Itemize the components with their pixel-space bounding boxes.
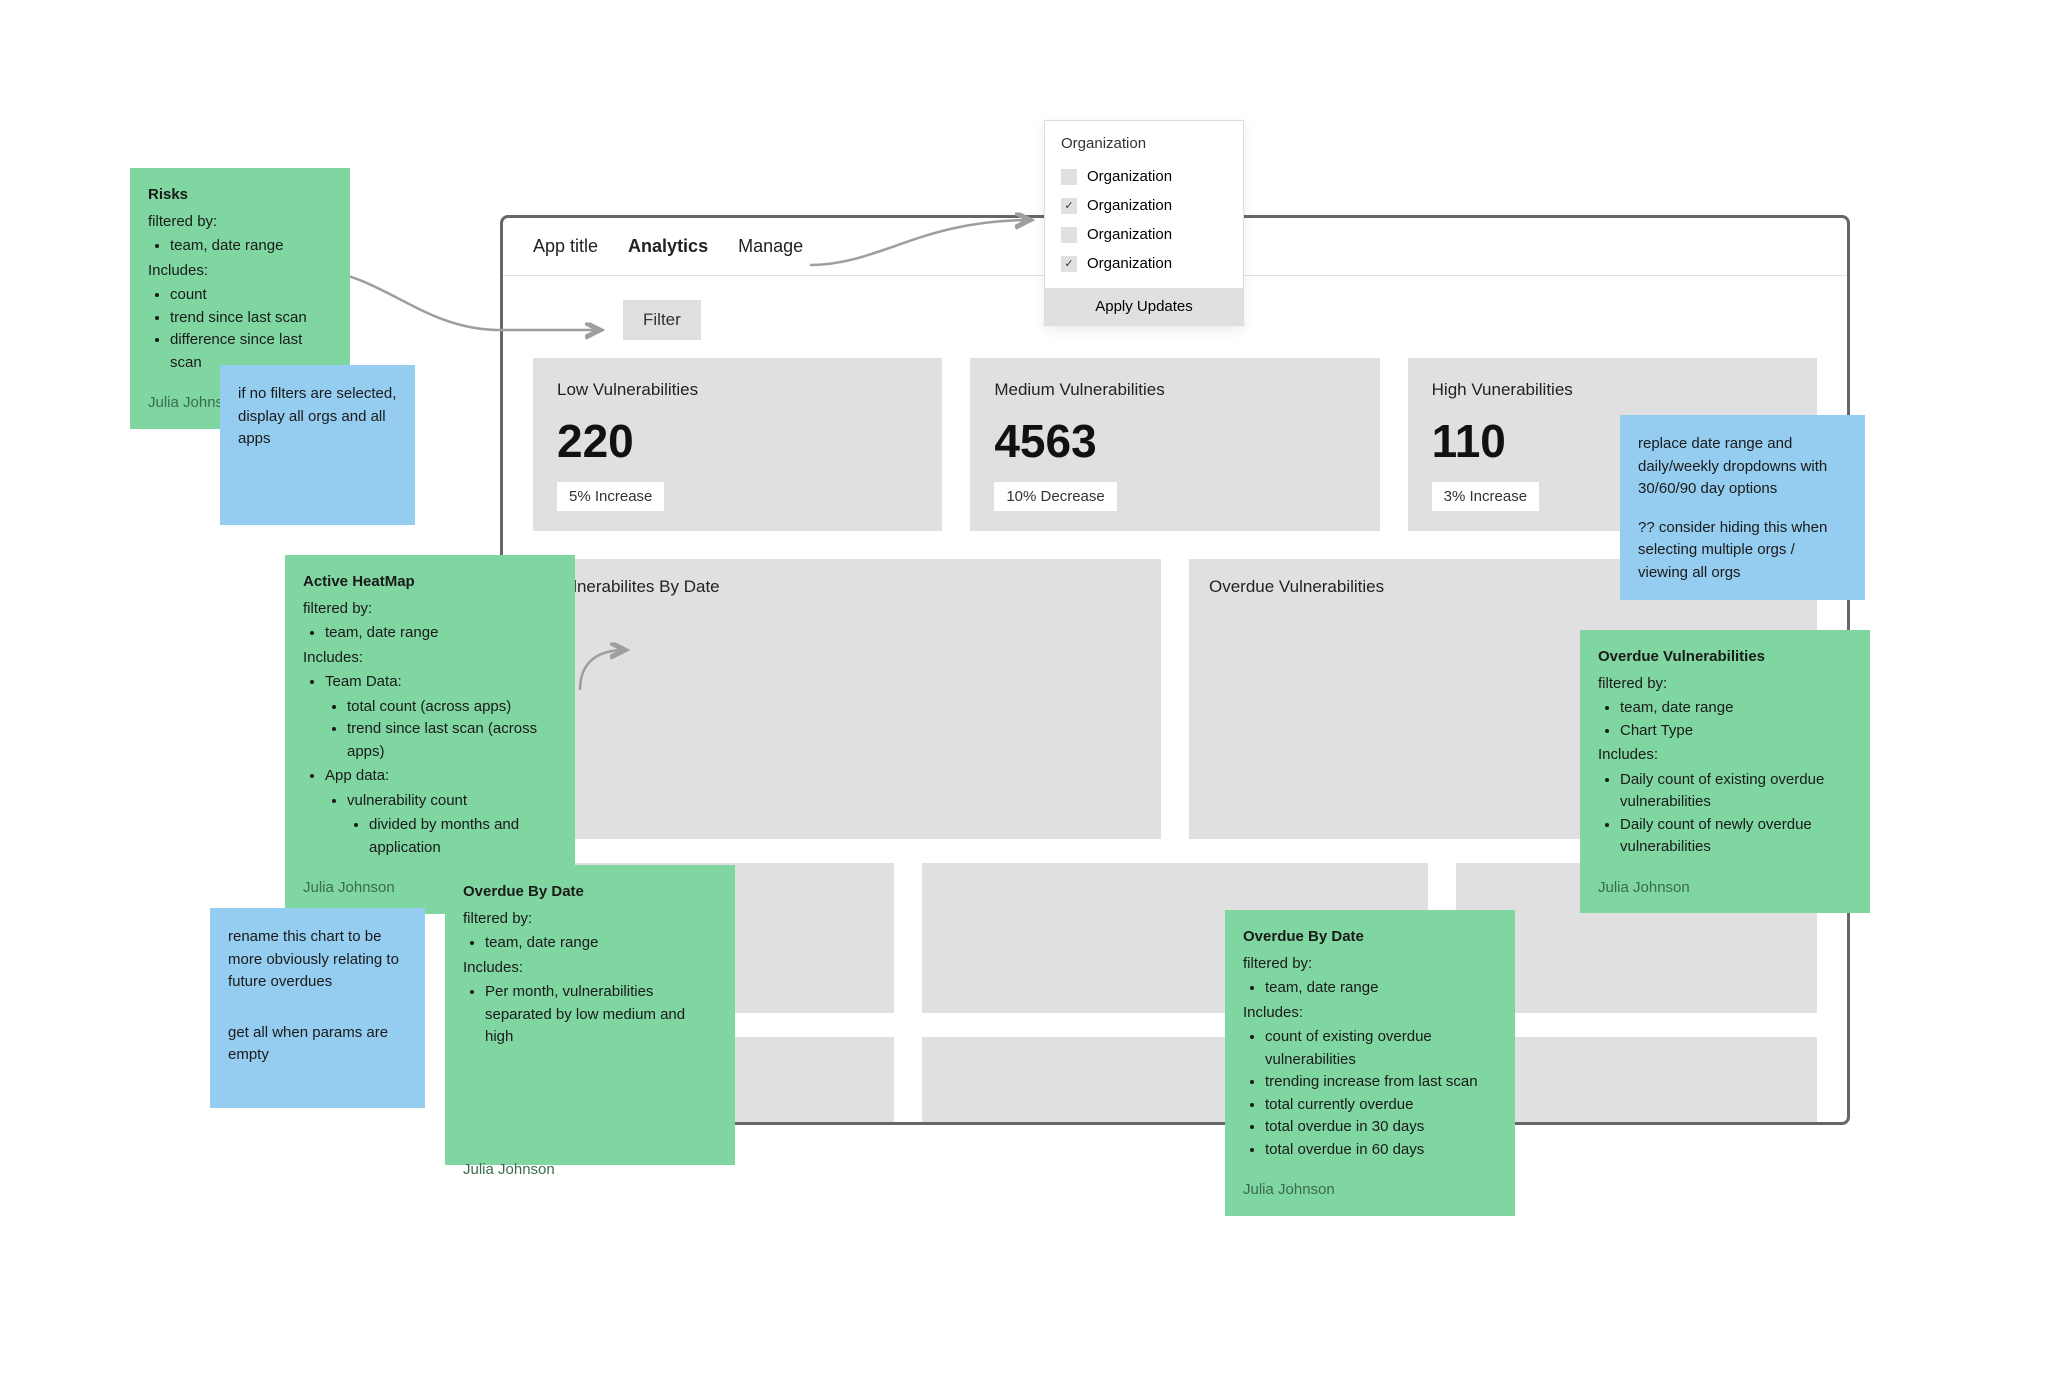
- note-text: rename this chart to be more obviously r…: [228, 926, 407, 994]
- stat-title: Medium Vulnerabilities: [994, 380, 1355, 400]
- arrow-icon: [570, 640, 640, 700]
- nav-manage[interactable]: Manage: [738, 236, 803, 257]
- note-text: replace date range and daily/weekly drop…: [1638, 433, 1847, 501]
- filter-button[interactable]: Filter: [623, 300, 701, 340]
- note-list-item: vulnerability count divided by months an…: [347, 790, 557, 860]
- note-list-item: trend since last scan: [170, 307, 332, 330]
- sticky-note-rename[interactable]: rename this chart to be more obviously r…: [210, 908, 425, 1108]
- checkbox-icon[interactable]: [1061, 169, 1077, 185]
- nav-analytics[interactable]: Analytics: [628, 236, 708, 257]
- org-option-label: Organization: [1087, 168, 1172, 185]
- sticky-note-overdue-by-date-right[interactable]: Overdue By Date filtered by: team, date …: [1225, 910, 1515, 1216]
- org-option[interactable]: Organization: [1045, 220, 1243, 249]
- note-list-item: team, date range: [485, 932, 717, 955]
- stat-title: Low Vulnerabilities: [557, 380, 918, 400]
- arrow-icon: [800, 210, 1050, 280]
- checkbox-icon[interactable]: ✓: [1061, 256, 1077, 272]
- stat-card-medium: Medium Vulnerabilities 4563 10% Decrease: [970, 358, 1379, 531]
- note-list-item: Daily count of newly overdue vulnerabili…: [1620, 814, 1852, 859]
- note-list-item: team, date range: [1620, 697, 1852, 720]
- note-title: Overdue By Date: [463, 881, 717, 904]
- note-title: Active HeatMap: [303, 571, 557, 594]
- sticky-note-date-range[interactable]: replace date range and daily/weekly drop…: [1620, 415, 1865, 600]
- note-list-item: team, date range: [1265, 977, 1497, 1000]
- note-text: filtered by:: [1243, 953, 1497, 976]
- org-option-label: Organization: [1087, 226, 1172, 243]
- org-option-label: Organization: [1087, 197, 1172, 214]
- note-list-item: count: [170, 284, 332, 307]
- note-list-item: total overdue in 60 days: [1265, 1139, 1497, 1162]
- apply-updates-button[interactable]: Apply Updates: [1045, 288, 1243, 325]
- sticky-note-heatmap[interactable]: Active HeatMap filtered by: team, date r…: [285, 555, 575, 914]
- note-text: filtered by:: [463, 908, 717, 931]
- checkbox-icon[interactable]: [1061, 227, 1077, 243]
- note-list-item: trending increase from last scan: [1265, 1071, 1497, 1094]
- org-option[interactable]: Organization: [1045, 162, 1243, 191]
- stat-delta-badge: 10% Decrease: [994, 482, 1116, 511]
- sticky-note-overdue-by-date-left[interactable]: Overdue By Date filtered by: team, date …: [445, 865, 735, 1165]
- note-list-item: total currently overdue: [1265, 1094, 1497, 1117]
- org-option[interactable]: ✓ Organization: [1045, 191, 1243, 220]
- note-author: Julia Johnson: [1598, 877, 1852, 900]
- note-title: Risks: [148, 184, 332, 207]
- note-list-item: Per month, vulnerabilities separated by …: [485, 981, 717, 1049]
- note-list-item: divided by months and application: [369, 814, 557, 859]
- note-list-item: total count (across apps): [347, 696, 557, 719]
- note-text: Includes:: [1243, 1002, 1497, 1025]
- note-list-item: team, date range: [170, 235, 332, 258]
- app-title: App title: [533, 236, 598, 257]
- note-list-item: count of existing overdue vulnerabilitie…: [1265, 1026, 1497, 1071]
- chart-title: Vulnerabilites By Date: [553, 577, 1141, 597]
- stat-delta-badge: 3% Increase: [1432, 482, 1539, 511]
- note-title: Overdue By Date: [1243, 926, 1497, 949]
- note-list-item: Daily count of existing overdue vulnerab…: [1620, 769, 1852, 814]
- note-list-item: trend since last scan (across apps): [347, 718, 557, 763]
- note-text: filtered by:: [148, 211, 332, 234]
- note-text: Includes:: [1598, 744, 1852, 767]
- sticky-note-overdue-panel[interactable]: Overdue Vulnerabilities filtered by: tea…: [1580, 630, 1870, 913]
- org-option-label: Organization: [1087, 255, 1172, 272]
- note-list-item: App data: vulnerability count divided by…: [325, 765, 557, 859]
- note-text: filtered by:: [303, 598, 557, 621]
- note-title: Overdue Vulnerabilities: [1598, 646, 1852, 669]
- org-dropdown-header: Organization: [1045, 135, 1243, 162]
- note-list-item: Chart Type: [1620, 720, 1852, 743]
- stat-value: 220: [557, 414, 918, 468]
- note-text: get all when params are empty: [228, 1022, 407, 1067]
- organization-dropdown[interactable]: Organization Organization ✓ Organization…: [1044, 120, 1244, 326]
- note-text: Includes:: [303, 647, 557, 670]
- stat-title: High Vunerabilities: [1432, 380, 1793, 400]
- note-list-item: Team Data: total count (across apps) tre…: [325, 671, 557, 763]
- checkbox-icon[interactable]: ✓: [1061, 198, 1077, 214]
- note-text: if no filters are selected, display all …: [238, 383, 397, 451]
- note-list-item: total overdue in 30 days: [1265, 1116, 1497, 1139]
- note-author: Julia Johnson: [463, 1159, 717, 1182]
- note-author: Julia Johnson: [1243, 1179, 1497, 1202]
- stat-value: 4563: [994, 414, 1355, 468]
- note-text: Includes:: [148, 260, 332, 283]
- note-text: ?? consider hiding this when selecting m…: [1638, 517, 1847, 585]
- stat-delta-badge: 5% Increase: [557, 482, 664, 511]
- note-text: filtered by:: [1598, 673, 1852, 696]
- sticky-note-no-filters[interactable]: if no filters are selected, display all …: [220, 365, 415, 525]
- note-list-item: team, date range: [325, 622, 557, 645]
- stat-card-low: Low Vulnerabilities 220 5% Increase: [533, 358, 942, 531]
- note-text: Includes:: [463, 957, 717, 980]
- org-option[interactable]: ✓ Organization: [1045, 249, 1243, 278]
